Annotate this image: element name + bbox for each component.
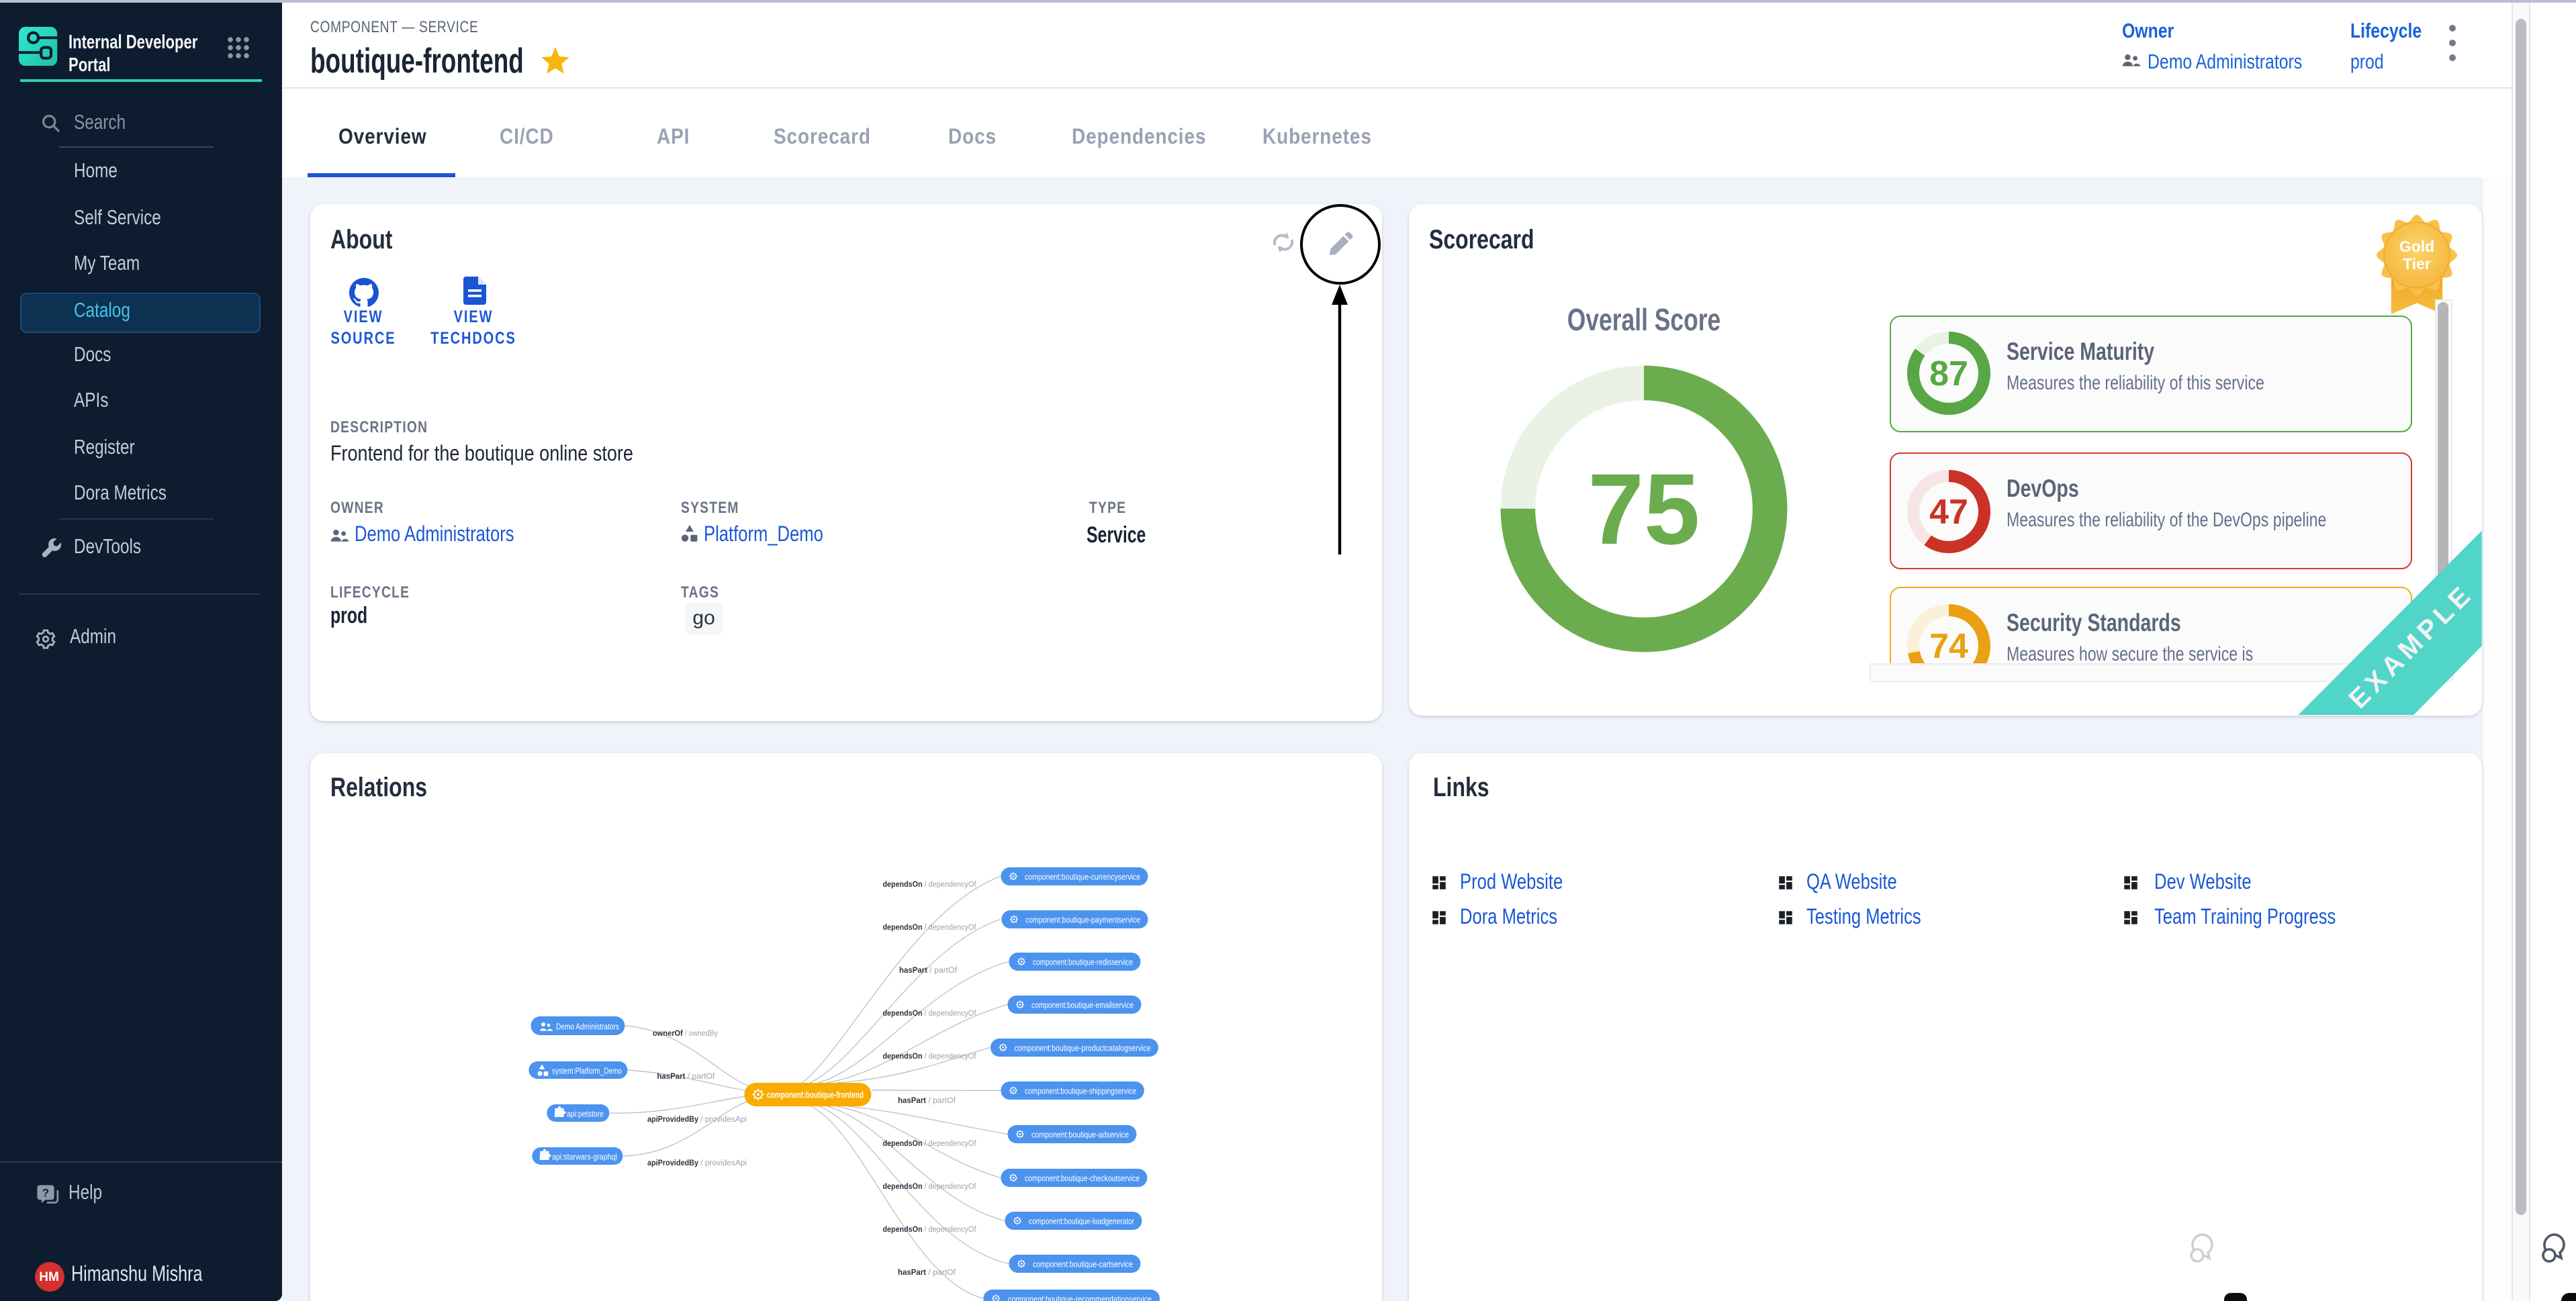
svg-text:/ ownedBy: / ownedBy bbox=[682, 1028, 718, 1038]
svg-text:dependsOn: dependsOn bbox=[882, 1008, 922, 1018]
svg-text:/ dependencyOf: / dependencyOf bbox=[922, 1224, 976, 1234]
svg-text:system:Platform_Demo: system:Platform_Demo bbox=[552, 1065, 622, 1075]
svg-text:/ dependencyOf: / dependencyOf bbox=[922, 879, 976, 889]
svg-text:component:boutique-frontend: component:boutique-frontend bbox=[767, 1090, 864, 1100]
svg-text:hasPart: hasPart bbox=[657, 1071, 685, 1081]
svg-text:dependsOn: dependsOn bbox=[882, 1139, 922, 1148]
svg-text:?: ? bbox=[42, 1186, 49, 1199]
svg-text:/ dependencyOf: / dependencyOf bbox=[922, 1051, 976, 1061]
svg-text:/ dependencyOf: / dependencyOf bbox=[922, 1008, 976, 1018]
svg-text:component:boutique-shippingser: component:boutique-shippingservice bbox=[1025, 1086, 1136, 1096]
svg-text:ownerOf: ownerOf bbox=[652, 1028, 683, 1038]
svg-text:api:petstore: api:petstore bbox=[567, 1108, 604, 1118]
svg-text:Demo Administrators: Demo Administrators bbox=[556, 1021, 619, 1031]
svg-text:component:boutique-productcata: component:boutique-productcatalogservice bbox=[1014, 1043, 1150, 1053]
svg-text:hasPart: hasPart bbox=[899, 965, 927, 975]
svg-text:component:boutique-loadgenerat: component:boutique-loadgenerator bbox=[1029, 1216, 1135, 1226]
svg-text:component:boutique-recommendat: component:boutique-recommendationservice bbox=[1008, 1294, 1152, 1301]
svg-text:component:boutique-cartservice: component:boutique-cartservice bbox=[1033, 1259, 1133, 1269]
svg-text:apiProvidedBy: apiProvidedBy bbox=[647, 1158, 698, 1167]
svg-text:api:starwars-graphql: api:starwars-graphql bbox=[552, 1151, 617, 1161]
svg-text:component:boutique-adservice: component:boutique-adservice bbox=[1031, 1129, 1129, 1139]
svg-text:/ partOf: / partOf bbox=[685, 1071, 715, 1081]
svg-text:/ providesApi: / providesApi bbox=[698, 1114, 747, 1124]
svg-text:component:boutique-emailservic: component:boutique-emailservice bbox=[1031, 1000, 1134, 1010]
svg-text:component:boutique-checkoutser: component:boutique-checkoutservice bbox=[1025, 1173, 1140, 1183]
svg-text:dependsOn: dependsOn bbox=[882, 1224, 922, 1234]
svg-text:hasPart: hasPart bbox=[898, 1267, 926, 1277]
svg-text:dependsOn: dependsOn bbox=[882, 1051, 922, 1061]
svg-text:dependsOn: dependsOn bbox=[882, 879, 922, 889]
svg-text:dependsOn: dependsOn bbox=[882, 1182, 922, 1191]
svg-text:component:boutique-paymentserv: component:boutique-paymentservice bbox=[1025, 914, 1140, 924]
svg-text:component:boutique-redisservic: component:boutique-redisservice bbox=[1033, 957, 1133, 967]
svg-text:component:boutique-currencyser: component:boutique-currencyservice bbox=[1025, 871, 1140, 881]
svg-text:/ dependencyOf: / dependencyOf bbox=[922, 922, 976, 932]
svg-text:/ partOf: / partOf bbox=[927, 965, 958, 975]
svg-text:/ partOf: / partOf bbox=[926, 1096, 956, 1105]
svg-text:/ partOf: / partOf bbox=[926, 1267, 956, 1277]
svg-text:hasPart: hasPart bbox=[898, 1096, 926, 1105]
svg-text:apiProvidedBy: apiProvidedBy bbox=[647, 1114, 698, 1124]
svg-text:dependsOn: dependsOn bbox=[882, 922, 922, 932]
svg-text:/ dependencyOf: / dependencyOf bbox=[922, 1139, 976, 1148]
svg-text:/ providesApi: / providesApi bbox=[698, 1158, 747, 1167]
svg-text:/ dependencyOf: / dependencyOf bbox=[922, 1182, 976, 1191]
